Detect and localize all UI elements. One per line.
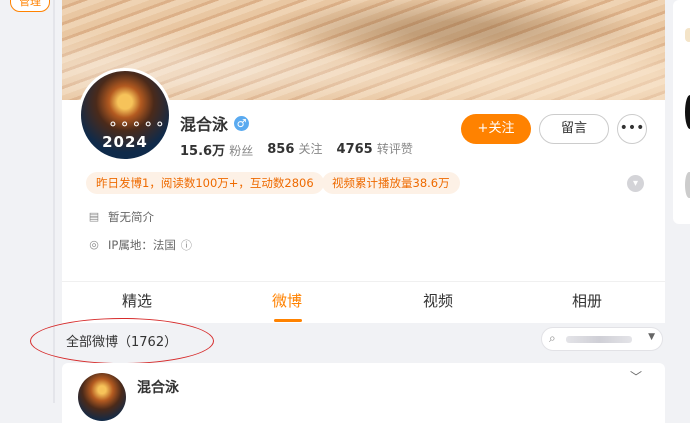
male-icon: ♂ xyxy=(234,115,250,131)
followers-stat[interactable]: 15.6万 粉丝 xyxy=(180,140,253,159)
olympic-rings-icon: ⚬⚬⚬⚬⚬ xyxy=(107,117,166,133)
sidebar-avatar[interactable] xyxy=(685,95,690,129)
bio-line: ▤ 暂无简介 xyxy=(88,209,154,225)
help-icon[interactable]: ⓘ xyxy=(181,237,192,253)
following-count: 856 xyxy=(267,142,295,157)
chevron-down-icon[interactable]: ﹀ xyxy=(630,368,642,385)
avatar-year-text: 2024 xyxy=(102,133,148,151)
search-placeholder-blur xyxy=(566,336,632,343)
active-tab-indicator xyxy=(274,319,302,322)
profile-name-row: 混合泳 ♂ xyxy=(180,112,250,134)
document-icon: ▤ xyxy=(88,210,100,223)
post-card: 混合泳 ﹀ xyxy=(62,363,665,423)
search-icon: ⌕ xyxy=(549,331,556,345)
tab-featured[interactable]: 精选 xyxy=(122,290,152,311)
ip-text: IP属地：法国 xyxy=(108,238,176,252)
following-label: 关注 xyxy=(298,142,323,156)
chevron-down-icon[interactable]: ▾ xyxy=(627,175,644,192)
sidebar-avatar[interactable] xyxy=(685,172,690,198)
following-stat[interactable]: 856 关注 xyxy=(267,140,322,159)
profile-avatar[interactable]: ⚬⚬⚬⚬⚬ 2024 xyxy=(78,68,172,162)
likes-count: 4765 xyxy=(336,142,373,157)
tab-albums[interactable]: 相册 xyxy=(572,290,602,311)
message-button[interactable]: 留言 xyxy=(539,114,609,144)
followers-label: 粉丝 xyxy=(229,144,254,158)
bio-text: 暂无简介 xyxy=(108,210,154,224)
profile-stats: 15.6万 粉丝 856 关注 4765 转评赞 xyxy=(180,140,413,159)
post-avatar[interactable] xyxy=(78,373,126,421)
likes-stat: 4765 转评赞 xyxy=(337,140,413,159)
profile-username: 混合泳 xyxy=(180,115,229,134)
location-icon: ◎ xyxy=(89,238,99,251)
sidebar-thumbnail[interactable] xyxy=(685,28,690,42)
more-options-icon[interactable]: ••• xyxy=(617,114,647,144)
video-plays-tag[interactable]: 视频累计播放量38.6万 xyxy=(322,172,460,194)
ip-line: ◎ IP属地：法国 ⓘ xyxy=(88,237,192,253)
likes-label: 转评赞 xyxy=(376,142,413,156)
chevron-down-icon[interactable]: ▼ xyxy=(648,332,655,342)
tab-videos[interactable]: 视频 xyxy=(423,290,453,311)
annotation-ellipse xyxy=(30,318,214,364)
profile-tabs: 精选 微博 视频 相册 xyxy=(62,281,665,323)
profile-card: ⚬⚬⚬⚬⚬ 2024 混合泳 ♂ 15.6万 粉丝 856 关注 4765 转评… xyxy=(62,0,665,322)
feed-search-input[interactable]: ⌕ ▼ xyxy=(541,327,663,351)
activity-tag[interactable]: 昨日发博1，阅读数100万+，互动数2806 xyxy=(86,172,324,194)
right-sidebar-card xyxy=(673,0,690,224)
followers-count: 15.6万 xyxy=(180,144,226,159)
post-author[interactable]: 混合泳 xyxy=(137,377,179,397)
tab-posts[interactable]: 微博 xyxy=(272,290,302,311)
follow-button[interactable]: +关注 xyxy=(461,114,531,144)
manage-button[interactable]: 管理 xyxy=(10,0,50,12)
